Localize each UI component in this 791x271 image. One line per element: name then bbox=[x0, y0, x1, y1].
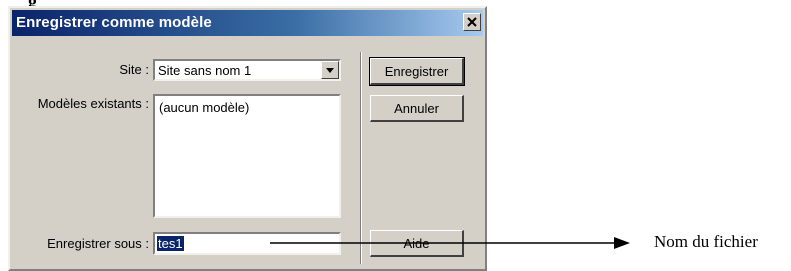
annotation-arrow bbox=[270, 237, 630, 249]
page: g Enregistrer comme modèle Site : Site s… bbox=[0, 0, 791, 271]
annotation-label: Nom du fichier bbox=[654, 232, 758, 251]
